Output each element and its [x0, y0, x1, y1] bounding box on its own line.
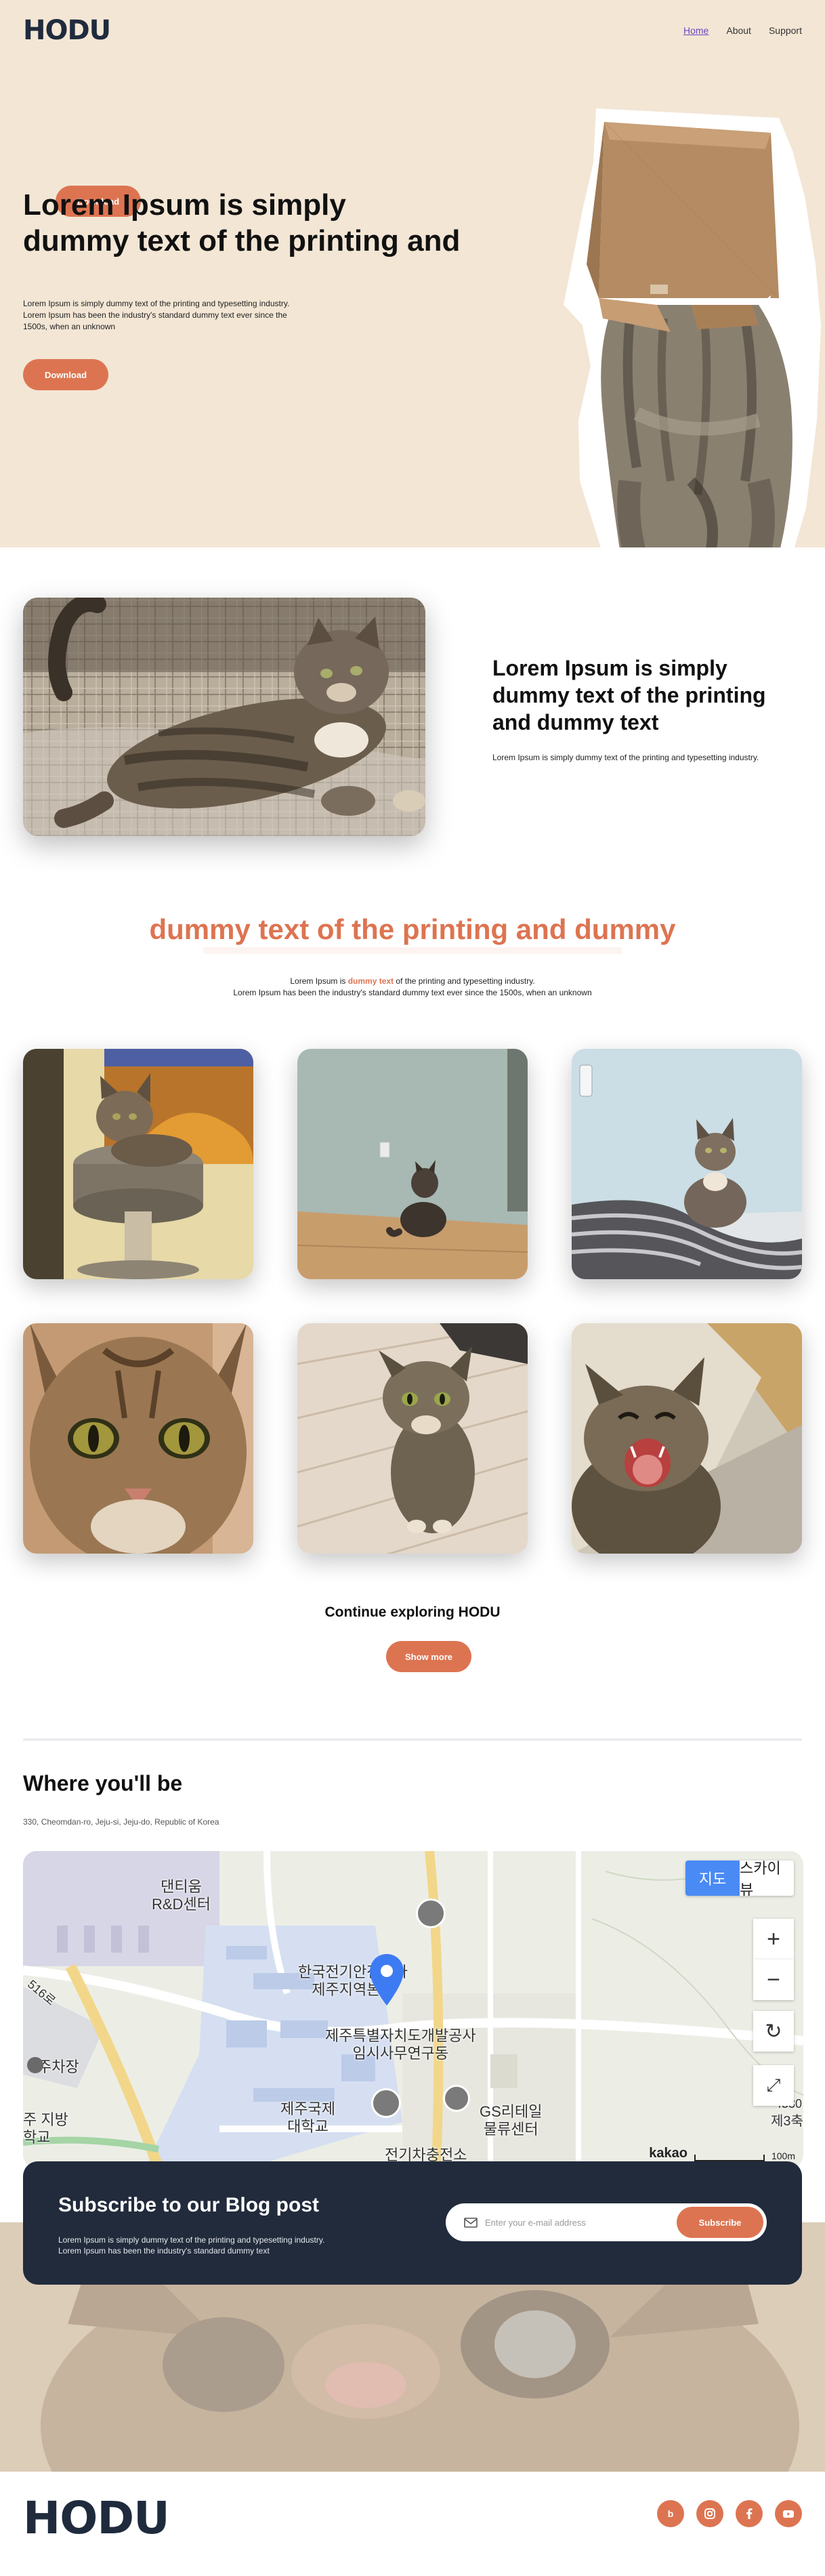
map-label-rnd: 댄티움 R&D센터	[152, 1878, 211, 1913]
zoom-in-button[interactable]: +	[753, 1919, 794, 1959]
gallery-desc-post: of the printing and typesetting industry…	[394, 976, 535, 986]
email-input[interactable]	[485, 2217, 677, 2228]
blog-icon[interactable]: b	[657, 2500, 684, 2527]
gallery-heading-section: dummy text of the printing and dummy Lor…	[0, 893, 825, 1049]
lying-cat-illustration	[23, 598, 425, 836]
logo[interactable]: HODU	[23, 15, 111, 46]
gallery-tile-5[interactable]	[297, 1323, 528, 1554]
section-divider	[23, 1739, 802, 1741]
subscribe-form: Subscribe	[446, 2203, 767, 2241]
nav-links: Home About Support	[683, 25, 802, 36]
map-label-university: 제주국제 대학교	[280, 2100, 335, 2135]
bus-stop-icon[interactable]	[416, 1898, 446, 1928]
gallery-tile-1[interactable]	[23, 1049, 253, 1279]
continue-section: Continue exploring HODU Show more	[0, 1604, 825, 1766]
footer-logo[interactable]: HODU	[23, 2492, 170, 2544]
map-label-parking: 주차장	[38, 2058, 79, 2075]
location-address: 330, Cheomdan-ro, Jeju-si, Jeju-do, Repu…	[23, 1817, 219, 1827]
map-scale: kakao 100m	[649, 2146, 795, 2161]
gallery-tile-3[interactable]	[572, 1049, 802, 1279]
hero-title-line2: dummy text of the printing and	[23, 224, 461, 257]
youtube-icon[interactable]	[775, 2500, 802, 2527]
svg-text:b: b	[668, 2508, 674, 2519]
subscribe-button[interactable]: Subscribe	[677, 2207, 763, 2238]
zoom-out-button[interactable]: −	[753, 1959, 794, 2000]
nav-support-link[interactable]: Support	[769, 25, 802, 36]
location-pin-icon[interactable]	[368, 1953, 405, 2007]
location-title: Where you'll be	[23, 1771, 183, 1795]
map-label-jdc: 제주특별자치도개발공사 임시사무연구동	[325, 2027, 476, 2062]
scale-bar	[694, 2155, 765, 2161]
hero-section: HODU Home About Support Download Lorem I…	[0, 0, 825, 547]
gallery-tile-2[interactable]	[297, 1049, 528, 1279]
subscribe-title: Subscribe to our Blog post	[58, 2194, 320, 2216]
social-links: b	[657, 2500, 802, 2527]
hero-download-button[interactable]: Download	[23, 359, 108, 390]
fullscreen-icon[interactable]: ⤢	[753, 2065, 794, 2106]
nav-about-link[interactable]: About	[726, 25, 751, 36]
cat-yawning-image	[572, 1323, 802, 1554]
feature-title: Lorem Ipsum is simply dummy text of the …	[492, 656, 766, 734]
nav-home-link[interactable]: Home	[683, 25, 708, 36]
hero-desc-line1: Lorem Ipsum is simply dummy text of the …	[23, 299, 290, 308]
gallery-description: Lorem Ipsum is dummy text of the printin…	[0, 976, 825, 999]
gallery-desc-highlight: dummy text	[347, 976, 394, 986]
continue-title: Continue exploring HODU	[324, 1604, 501, 1620]
gallery-tile-6[interactable]	[572, 1323, 802, 1554]
gallery-title: dummy text of the printing and dummy	[149, 913, 676, 945]
map-type-toggle: 지도 스카이뷰	[685, 1861, 794, 1896]
map-label-jeju3: 제3축	[771, 2114, 803, 2129]
location-section: Where you'll be 330, Cheomdan-ro, Jeju-s…	[0, 1766, 825, 2168]
subscribe-card: Subscribe to our Blog post Lorem Ipsum i…	[23, 2161, 802, 2285]
map-tiles	[23, 1851, 803, 2168]
map-view-button[interactable]: 지도	[685, 1861, 740, 1896]
subscribe-description: Lorem Ipsum is simply dummy text of the …	[58, 2235, 325, 2256]
cat-on-blanket-image	[572, 1049, 802, 1279]
bus-stop-icon[interactable]	[371, 2088, 401, 2118]
hero-description: Lorem Ipsum is simply dummy text of the …	[23, 298, 297, 333]
gallery-tile-4[interactable]	[23, 1323, 253, 1554]
instagram-icon[interactable]	[696, 2500, 723, 2527]
cat-gallery	[0, 1049, 825, 1604]
cat-looking-up-image	[297, 1323, 528, 1554]
cat-tower-image	[23, 1049, 253, 1279]
bus-stop-icon[interactable]	[443, 2085, 470, 2112]
feature-description: Lorem Ipsum is simply dummy text of the …	[492, 753, 759, 762]
gallery-desc-line2: Lorem Ipsum has been the industry's stan…	[233, 988, 592, 997]
feature-section: Lorem Ipsum is simply dummy text of the …	[0, 547, 825, 893]
cat-facing-wall-image	[297, 1049, 528, 1279]
skyview-button[interactable]: 스카이뷰	[740, 1861, 794, 1896]
show-more-button[interactable]: Show more	[386, 1641, 471, 1672]
hero-desc-line2: Lorem Ipsum has been the industry's stan…	[23, 310, 287, 331]
mail-icon	[464, 2218, 478, 2228]
subscribe-section: Subscribe to our Blog post Lorem Ipsum i…	[0, 2161, 825, 2472]
hero-cat-box-image	[564, 108, 821, 547]
parking-icon	[27, 2057, 43, 2073]
facebook-icon[interactable]	[736, 2500, 763, 2527]
hero-text: Lorem Ipsum is simply dummy text of the …	[23, 187, 511, 390]
hero-title-line1: Lorem Ipsum is simply	[23, 188, 346, 222]
map-label-gs-retail: GS리테일 물류센터	[480, 2103, 543, 2138]
scale-label: 100m	[771, 2151, 795, 2161]
kakao-brand: kakao	[649, 2146, 688, 2161]
feature-cat-image	[23, 598, 425, 836]
title-underline-decor	[203, 947, 622, 954]
footer: HODU b	[0, 2472, 825, 2557]
hero-title: Lorem Ipsum is simply dummy text of the …	[23, 187, 511, 259]
feature-text: Lorem Ipsum is simply dummy text of the …	[492, 655, 804, 764]
map-label-school: 주 지방 학교	[23, 2111, 68, 2146]
kakao-map[interactable]: 댄티움 R&D센터 한국전기안전공사 제주지역본부 제주특별자치도개발공사 임시…	[23, 1851, 803, 2168]
cat-closeup-image	[23, 1323, 253, 1554]
top-nav: HODU Home About Support Download	[23, 14, 802, 217]
gallery-desc-pre: Lorem Ipsum is	[290, 976, 348, 986]
refresh-icon[interactable]: ↻	[753, 2011, 794, 2052]
